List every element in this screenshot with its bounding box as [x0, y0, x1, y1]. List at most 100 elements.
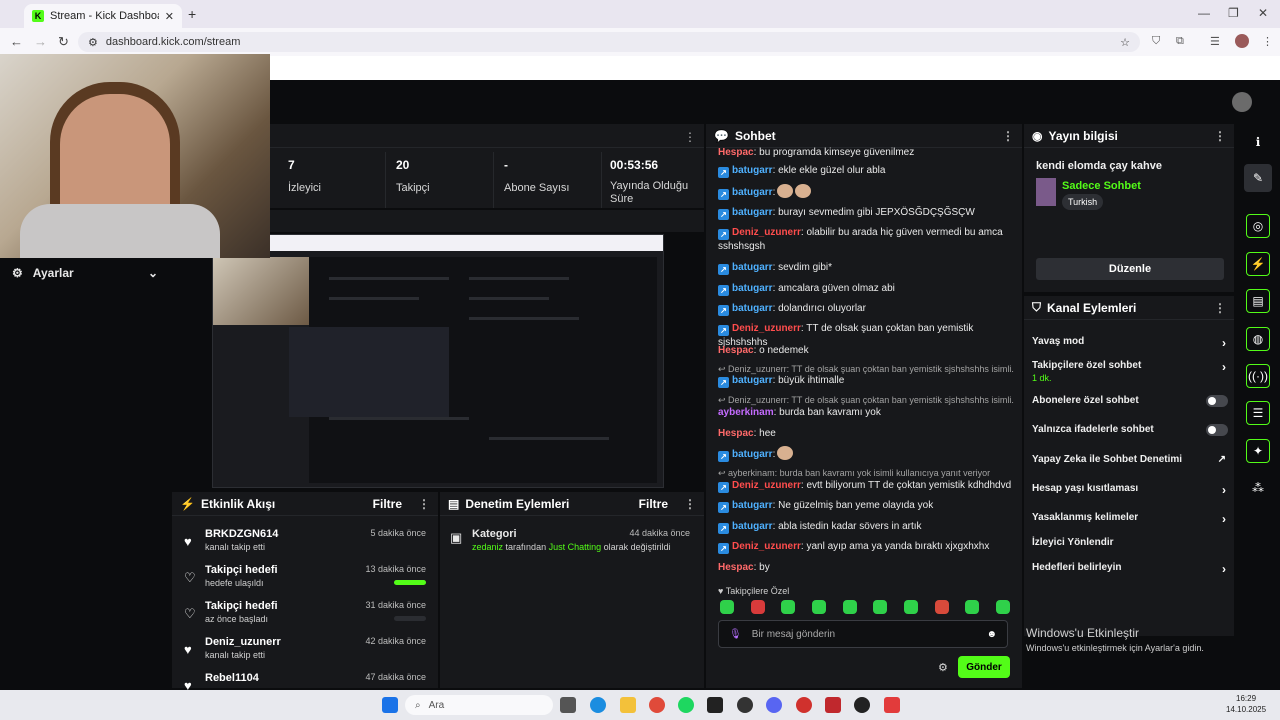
wrench-icon[interactable]: ✦: [1246, 439, 1270, 463]
info-icon[interactable]: ℹ: [1244, 128, 1272, 156]
microphone-icon[interactable]: 🎙: [729, 629, 742, 640]
emote-icon[interactable]: [720, 600, 734, 614]
user-avatar[interactable]: [1232, 92, 1252, 112]
camera-icon[interactable]: ◎: [1246, 214, 1270, 238]
back-icon[interactable]: ←: [10, 34, 23, 49]
emote-icon[interactable]: [811, 600, 826, 614]
chat-username[interactable]: Hespac: [718, 147, 754, 158]
chat-bubble-icon[interactable]: ◍: [1246, 327, 1270, 351]
reload-icon[interactable]: ↻: [58, 34, 69, 50]
chrome-icon[interactable]: [649, 697, 665, 713]
close-tab-icon[interactable]: ✕: [165, 10, 174, 23]
activity-filter-button[interactable]: Filtre: [373, 497, 402, 511]
new-tab-icon[interactable]: +: [188, 6, 196, 22]
site-info-icon[interactable]: ⚙: [88, 36, 98, 49]
url-field[interactable]: ⚙ dashboard.kick.com/stream ☆: [78, 32, 1140, 52]
subscribers-only-toggle[interactable]: [1206, 395, 1228, 407]
minimize-icon[interactable]: —: [1198, 6, 1210, 20]
spotify-icon[interactable]: [678, 697, 694, 713]
chat-username[interactable]: batugarr: [732, 165, 773, 176]
mod-filter-button[interactable]: Filtre: [639, 497, 668, 511]
chat-username[interactable]: batugarr: [732, 207, 773, 218]
emote-icon[interactable]: [965, 600, 980, 614]
account-age-row[interactable]: Hesap yaşı kısıtlaması ›: [1032, 483, 1228, 497]
discord-icon[interactable]: [766, 697, 782, 713]
menu-dots-icon[interactable]: ⋮: [1262, 35, 1273, 48]
emote-icon[interactable]: [995, 600, 1010, 614]
chat-username[interactable]: batugarr: [732, 500, 773, 511]
close-window-icon[interactable]: ✕: [1258, 6, 1268, 20]
chat-username[interactable]: batugarr: [732, 521, 773, 532]
ai-moderation-row[interactable]: Yapay Zeka ile Sohbet Denetimi ↗: [1032, 454, 1228, 465]
folder-icon[interactable]: [620, 697, 636, 713]
chat-username[interactable]: Hespac: [718, 562, 754, 573]
stream-category[interactable]: Sadece Sohbet: [1062, 180, 1141, 192]
chat-username[interactable]: Deniz_uzunerr: [732, 541, 801, 552]
chat-username[interactable]: Deniz_uzunerr: [732, 480, 801, 491]
forward-icon[interactable]: →: [34, 34, 47, 49]
chat-username[interactable]: Hespac: [718, 428, 754, 439]
settings-toggle[interactable]: ⚙ Ayarlar ⌄: [0, 258, 170, 288]
browser-tab[interactable]: K Stream - Kick Dashboard ✕: [24, 4, 182, 28]
chat-username[interactable]: Deniz_uzunerr: [732, 227, 801, 238]
edit-pencil-icon[interactable]: ✎: [1244, 164, 1272, 192]
bookmark-star-icon[interactable]: ☆: [1120, 36, 1130, 49]
edge-icon[interactable]: [590, 697, 606, 713]
emotes-only-row[interactable]: Yalnızca ifadelerle sohbet: [1032, 424, 1228, 436]
mod-menu-icon[interactable]: ⋮: [684, 497, 696, 511]
chat-menu-icon[interactable]: ⋮: [1002, 129, 1014, 143]
stats-menu-icon[interactable]: ⋮: [684, 130, 696, 144]
followers-only-row[interactable]: Takipçilere özel sohbet 1 dk. ›: [1032, 360, 1228, 383]
task-view-icon[interactable]: [560, 697, 576, 713]
chat-username[interactable]: batugarr: [732, 283, 773, 294]
tiktok-icon[interactable]: [707, 697, 723, 713]
banned-words-row[interactable]: Yasaklanmış kelimeler ›: [1032, 512, 1228, 526]
emote-icon[interactable]: [903, 600, 918, 614]
app4-icon[interactable]: [884, 697, 900, 713]
chat-username[interactable]: batugarr: [732, 449, 773, 460]
subscribers-only-row[interactable]: Abonelere özel sohbet: [1032, 395, 1228, 407]
queue-icon[interactable]: ☰: [1246, 401, 1270, 425]
emoji-icon[interactable]: ☻: [986, 629, 997, 640]
chat-username[interactable]: batugarr: [732, 375, 773, 386]
lightning-icon[interactable]: ⚡: [1246, 252, 1270, 276]
channel-actions-menu-icon[interactable]: ⋮: [1214, 301, 1226, 315]
obs-icon[interactable]: [737, 697, 753, 713]
maximize-icon[interactable]: ❐: [1228, 6, 1239, 20]
taskbar-search[interactable]: ⌕ Ara: [405, 695, 553, 715]
goals-row[interactable]: Hedefleri belirleyin ›: [1032, 562, 1228, 576]
chat-username[interactable]: ayberkinam: [718, 407, 774, 418]
chat-username[interactable]: batugarr: [732, 187, 773, 198]
app-icon[interactable]: [796, 697, 812, 713]
edit-button[interactable]: Düzenle: [1036, 258, 1224, 280]
gear-icon: ⚙: [12, 266, 23, 280]
emote-icon[interactable]: [842, 600, 857, 614]
chat-username[interactable]: Deniz_uzunerr: [732, 323, 801, 334]
apps-icon[interactable]: ⁂: [1244, 474, 1272, 502]
info-menu-icon[interactable]: ⋮: [1214, 129, 1226, 143]
emote-icon[interactable]: [781, 600, 796, 614]
chat-username[interactable]: batugarr: [732, 262, 773, 273]
raid-row[interactable]: İzleyici Yönlendir: [1032, 537, 1228, 548]
taskbar-clock: 16:29 14.10.2025: [1226, 694, 1267, 714]
send-button[interactable]: Gönder: [958, 656, 1010, 678]
start-icon[interactable]: [382, 697, 398, 713]
emote-icon[interactable]: [750, 600, 765, 614]
chat-username[interactable]: batugarr: [732, 303, 773, 314]
chat-input[interactable]: 🎙 Bir mesaj gönderin ☻: [718, 620, 1008, 648]
emotes-only-toggle[interactable]: [1206, 424, 1228, 436]
slow-mode-row[interactable]: Yavaş mod ›: [1032, 336, 1228, 350]
broadcast-waves-icon[interactable]: ((·)): [1246, 364, 1270, 388]
app3-icon[interactable]: [854, 697, 870, 713]
emote-icon[interactable]: [873, 600, 888, 614]
activity-menu-icon[interactable]: ⋮: [418, 497, 430, 511]
chat-username[interactable]: Hespac: [718, 345, 754, 356]
app2-icon[interactable]: [825, 697, 841, 713]
chat-settings-icon[interactable]: ⚙: [938, 661, 948, 674]
profile-avatar[interactable]: [1235, 34, 1249, 48]
extensions-icon[interactable]: ⧉: [1176, 35, 1184, 48]
emote-icon[interactable]: [934, 600, 949, 614]
reading-list-icon[interactable]: ☰: [1210, 35, 1220, 48]
shield-icon[interactable]: ⛉: [1152, 35, 1160, 48]
document-icon[interactable]: ▤: [1246, 289, 1270, 313]
